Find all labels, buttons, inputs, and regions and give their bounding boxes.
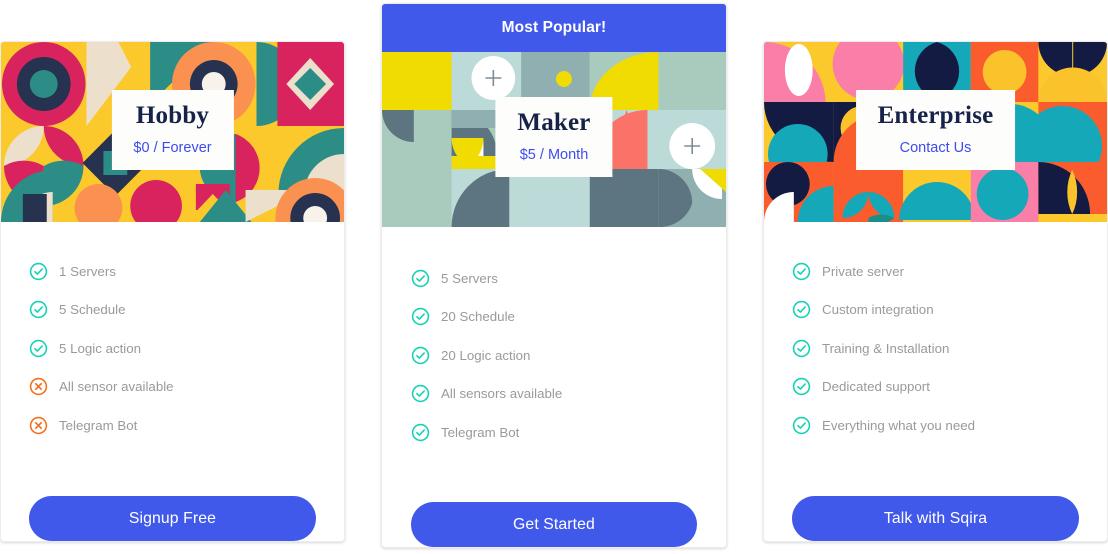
feature-item: 5 Servers [411,259,726,298]
cross-circle-icon [29,416,48,434]
feature-label: All sensors available [441,386,563,402]
feature-item: 20 Logic action [411,336,726,375]
check-circle-icon [411,308,430,326]
check-circle-icon [792,301,811,319]
feature-list-maker: 5 Servers 20 Schedule 20 Logic action Al… [382,227,726,489]
feature-label: 5 Schedule [59,302,126,318]
feature-label: All sensor available [59,379,174,395]
check-circle-icon [29,262,48,280]
feature-item: All sensors available [411,375,726,414]
feature-label: Telegram Bot [441,424,520,440]
cta-zone-maker: Get Started [382,489,726,547]
plan-name: Maker [517,109,591,136]
check-circle-icon [792,339,811,357]
pricing-card-enterprise: Enterprise Contact Us Private server Cus… [763,41,1108,542]
feature-item: Custom integration [792,291,1107,330]
feature-label: Telegram Bot [59,417,138,433]
plan-header-artwork-hobby: Hobby $0 / Forever [1,42,344,222]
feature-label: 1 Servers [59,263,116,279]
pricing-card-maker: Most Popular! Maker $5 / Month 5 Servers… [381,3,727,548]
feature-label: Private server [822,263,905,279]
feature-label: Training & Installation [822,340,950,356]
feature-item: Dedicated support [792,368,1107,407]
feature-label: Dedicated support [822,379,930,395]
plan-name: Enterprise [877,102,994,129]
check-circle-icon [411,423,430,441]
check-circle-icon [411,269,430,287]
feature-item: Telegram Bot [411,413,726,452]
plan-price: $0 / Forever [133,139,212,156]
feature-item: Private server [792,252,1107,291]
feature-label: 5 Servers [441,270,498,286]
most-popular-banner: Most Popular! [382,4,726,52]
feature-list-hobby: 1 Servers 5 Schedule 5 Logic action All … [1,222,344,482]
check-circle-icon [29,301,48,319]
pricing-card-hobby: Hobby $0 / Forever 1 Servers 5 Schedule [0,41,345,542]
cross-circle-icon [29,378,48,396]
plan-price: Contact Us [899,139,972,156]
feature-item: 5 Logic action [29,329,344,368]
feature-label: Everything what you need [822,417,976,433]
cta-zone-hobby: Signup Free [1,482,344,541]
feature-item: 20 Schedule [411,298,726,337]
plan-name: Hobby [135,102,210,129]
signup-free-button[interactable]: Signup Free [29,496,316,541]
plan-price: $5 / Month [519,146,589,163]
feature-list-enterprise: Private server Custom integration Traini… [764,222,1107,482]
feature-item: 5 Schedule [29,291,344,330]
plan-name-plaque-maker: Maker $5 / Month [495,97,613,177]
feature-item: Everything what you need [792,406,1107,445]
check-circle-icon [792,416,811,434]
check-circle-icon [792,262,811,280]
plan-name-plaque-hobby: Hobby $0 / Forever [111,90,234,170]
feature-label: Custom integration [822,302,934,318]
feature-label: 5 Logic action [59,340,142,356]
check-circle-icon [792,378,811,396]
feature-item: All sensor available [29,368,344,407]
feature-label: 20 Logic action [441,347,531,363]
plan-name-plaque-enterprise: Enterprise Contact Us [855,90,1016,170]
feature-item: 1 Servers [29,252,344,291]
feature-item: Training & Installation [792,329,1107,368]
pricing-plans-container: Hobby $0 / Forever 1 Servers 5 Schedule [0,0,1108,554]
feature-item: Telegram Bot [29,406,344,445]
plan-header-artwork-enterprise: Enterprise Contact Us [764,42,1107,222]
talk-with-sqira-button[interactable]: Talk with Sqira [792,496,1079,541]
get-started-button[interactable]: Get Started [411,502,697,547]
check-circle-icon [411,385,430,403]
feature-label: 20 Schedule [441,309,515,325]
check-circle-icon [411,346,430,364]
check-circle-icon [29,339,48,357]
plan-header-artwork-maker: Maker $5 / Month [382,52,726,227]
cta-zone-enterprise: Talk with Sqira [764,482,1107,541]
